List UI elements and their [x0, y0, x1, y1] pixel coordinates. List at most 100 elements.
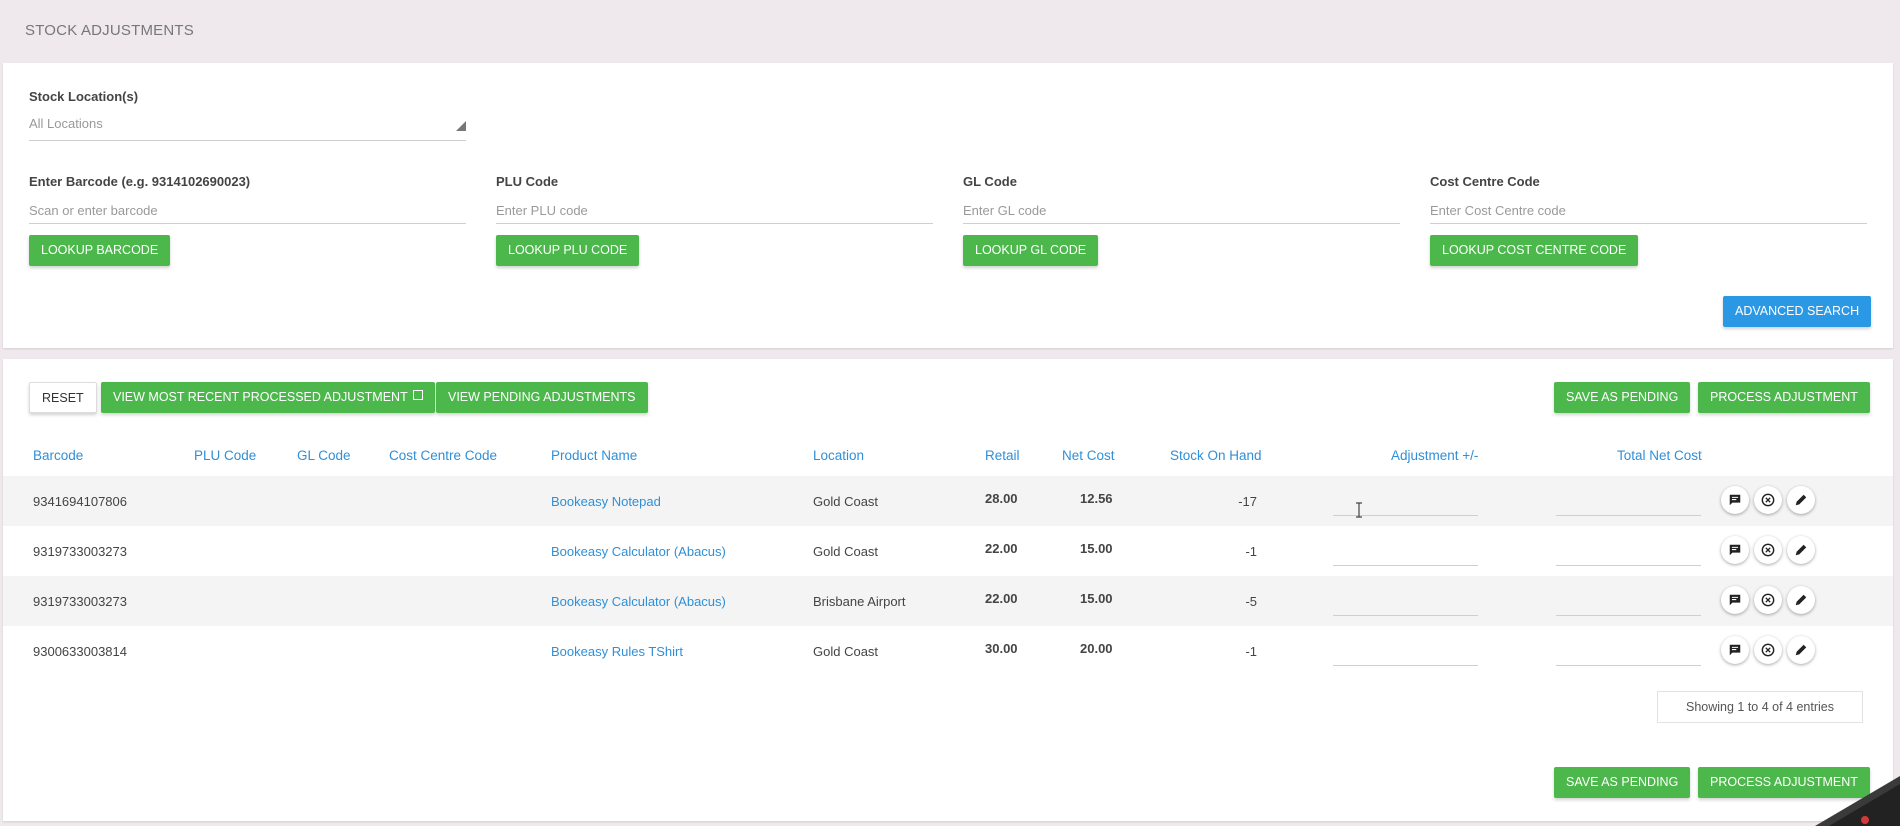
- cell-stock-on-hand: -17: [1238, 494, 1257, 509]
- cell-net-cost: 20.00: [1080, 641, 1113, 656]
- header-location[interactable]: Location: [813, 448, 864, 463]
- header-gl[interactable]: GL Code: [297, 448, 351, 463]
- cell-retail: 30.00: [985, 641, 1018, 656]
- corner-watermark-icon: [1815, 776, 1900, 826]
- edit-button[interactable]: [1787, 536, 1815, 564]
- process-adjustment-button[interactable]: PROCESS ADJUSTMENT: [1698, 382, 1870, 413]
- cell-product-link[interactable]: Bookeasy Notepad: [551, 494, 661, 509]
- header-barcode[interactable]: Barcode: [33, 448, 83, 463]
- cell-location: Gold Coast: [813, 644, 879, 659]
- total-net-cost-input[interactable]: [1556, 592, 1701, 616]
- cell-retail: 22.00: [985, 591, 1018, 606]
- table-row: 9319733003273 Bookeasy Calculator (Abacu…: [3, 576, 1893, 626]
- gl-label: GL Code: [963, 174, 1017, 189]
- cell-stock-on-hand: -5: [1245, 594, 1257, 609]
- cell-barcode: 9319733003273: [33, 544, 127, 559]
- remove-button[interactable]: [1754, 636, 1782, 664]
- advanced-search-button[interactable]: ADVANCED SEARCH: [1723, 296, 1872, 327]
- comment-icon: [1729, 594, 1741, 606]
- adjustment-input[interactable]: [1333, 642, 1478, 666]
- save-as-pending-button-bottom[interactable]: SAVE AS PENDING: [1554, 767, 1691, 798]
- header-stock-on-hand[interactable]: Stock On Hand: [1170, 448, 1262, 463]
- pencil-icon: [1795, 494, 1807, 506]
- view-recent-label: VIEW MOST RECENT PROCESSED ADJUSTMENT: [113, 390, 408, 404]
- lookup-gl-button[interactable]: LOOKUP GL CODE: [963, 235, 1099, 266]
- table-row: 9319733003273 Bookeasy Calculator (Abacu…: [3, 526, 1893, 576]
- lookup-barcode-button[interactable]: LOOKUP BARCODE: [29, 235, 171, 266]
- stock-location-label: Stock Location(s): [29, 89, 139, 104]
- cell-retail: 22.00: [985, 541, 1018, 556]
- comment-icon: [1729, 644, 1741, 656]
- plu-input[interactable]: [496, 198, 933, 224]
- plu-label: PLU Code: [496, 174, 559, 189]
- cell-location: Brisbane Airport: [813, 594, 906, 609]
- save-as-pending-button[interactable]: SAVE AS PENDING: [1554, 382, 1691, 413]
- stock-location-value: All Locations: [29, 116, 103, 131]
- pencil-icon: [1795, 544, 1807, 556]
- cell-product-link[interactable]: Bookeasy Calculator (Abacus): [551, 594, 726, 609]
- reset-button[interactable]: RESET: [29, 382, 97, 413]
- total-net-cost-input[interactable]: [1556, 642, 1701, 666]
- page-title: STOCK ADJUSTMENTS: [25, 22, 194, 39]
- edit-button[interactable]: [1787, 486, 1815, 514]
- cell-net-cost: 15.00: [1080, 541, 1113, 556]
- remove-button[interactable]: [1754, 586, 1782, 614]
- total-net-cost-input[interactable]: [1556, 492, 1701, 516]
- close-circle-icon: [1761, 593, 1775, 607]
- remove-button[interactable]: [1754, 536, 1782, 564]
- header-adjustment[interactable]: Adjustment +/-: [1391, 448, 1478, 463]
- header-total-net-cost[interactable]: Total Net Cost: [1617, 448, 1702, 463]
- header-product-name[interactable]: Product Name: [551, 448, 637, 463]
- table-info: Showing 1 to 4 of 4 entries: [1657, 691, 1863, 723]
- total-net-cost-input[interactable]: [1556, 542, 1701, 566]
- cell-net-cost: 15.00: [1080, 591, 1113, 606]
- table-row: 9341694107806 Bookeasy Notepad Gold Coas…: [3, 476, 1893, 526]
- cell-location: Gold Coast: [813, 544, 879, 559]
- cell-net-cost: 12.56: [1080, 491, 1113, 506]
- comment-button[interactable]: [1721, 486, 1749, 514]
- cell-barcode: 9300633003814: [33, 644, 127, 659]
- comment-icon: [1729, 494, 1741, 506]
- adjustment-input[interactable]: [1333, 542, 1478, 566]
- page-header: STOCK ADJUSTMENTS: [0, 0, 1900, 63]
- header-net-cost[interactable]: Net Cost: [1062, 448, 1115, 463]
- comment-button[interactable]: [1721, 536, 1749, 564]
- header-plu[interactable]: PLU Code: [194, 448, 256, 463]
- gl-input[interactable]: [963, 198, 1400, 224]
- close-circle-icon: [1761, 643, 1775, 657]
- cost-centre-label: Cost Centre Code: [1430, 174, 1540, 189]
- pencil-icon: [1795, 644, 1807, 656]
- table-row: 9300633003814 Bookeasy Rules TShirt Gold…: [3, 626, 1893, 676]
- cell-product-link[interactable]: Bookeasy Rules TShirt: [551, 644, 683, 659]
- cost-centre-input[interactable]: [1430, 198, 1867, 224]
- barcode-label: Enter Barcode (e.g. 9314102690023): [29, 174, 251, 189]
- close-circle-icon: [1761, 493, 1775, 507]
- header-cost-centre[interactable]: Cost Centre Code: [389, 448, 497, 463]
- cell-barcode: 9341694107806: [33, 494, 127, 509]
- comment-icon: [1729, 544, 1741, 556]
- stock-location-select[interactable]: All Locations: [29, 113, 466, 141]
- pencil-icon: [1795, 594, 1807, 606]
- lookup-cost-centre-button[interactable]: LOOKUP COST CENTRE CODE: [1430, 235, 1639, 266]
- header-retail[interactable]: Retail: [985, 448, 1020, 463]
- text-cursor-icon: [1356, 502, 1362, 518]
- lookup-plu-button[interactable]: LOOKUP PLU CODE: [496, 235, 640, 266]
- view-recent-adjustment-button[interactable]: VIEW MOST RECENT PROCESSED ADJUSTMENT: [101, 382, 435, 413]
- comment-button[interactable]: [1721, 636, 1749, 664]
- cell-stock-on-hand: -1: [1245, 644, 1257, 659]
- cell-location: Gold Coast: [813, 494, 879, 509]
- edit-button[interactable]: [1787, 636, 1815, 664]
- close-circle-icon: [1761, 543, 1775, 557]
- cell-barcode: 9319733003273: [33, 594, 127, 609]
- dropdown-arrow-icon: [456, 121, 466, 131]
- adjustment-input[interactable]: [1333, 592, 1478, 616]
- view-pending-adjustments-button[interactable]: VIEW PENDING ADJUSTMENTS: [436, 382, 648, 413]
- comment-button[interactable]: [1721, 586, 1749, 614]
- external-link-icon: [412, 390, 423, 400]
- remove-button[interactable]: [1754, 486, 1782, 514]
- edit-button[interactable]: [1787, 586, 1815, 614]
- barcode-input[interactable]: [29, 198, 466, 224]
- cell-product-link[interactable]: Bookeasy Calculator (Abacus): [551, 544, 726, 559]
- cell-stock-on-hand: -1: [1245, 544, 1257, 559]
- cell-retail: 28.00: [985, 491, 1018, 506]
